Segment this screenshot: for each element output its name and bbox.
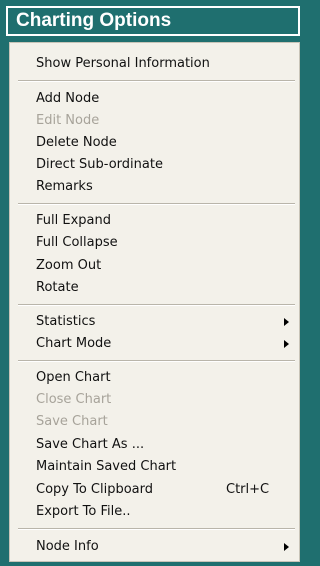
menu-item-save-chart-as[interactable]: Save Chart As ... [10, 434, 299, 456]
menu-item-full-collapse[interactable]: Full Collapse [10, 232, 299, 254]
window-frame: Charting Options Show Personal Informati… [0, 0, 311, 566]
context-menu: Show Personal Information Add Node Edit … [9, 42, 300, 562]
menu-item-chart-mode[interactable]: Chart Mode [10, 333, 299, 355]
menu-item-label: Rotate [36, 280, 79, 295]
menu-item-zoom-out[interactable]: Zoom Out [10, 255, 299, 277]
menu-item-maintain-saved-chart[interactable]: Maintain Saved Chart [10, 456, 299, 478]
menu-item-full-expand[interactable]: Full Expand [10, 210, 299, 232]
menu-item-label: Full Collapse [36, 235, 118, 250]
menu-item-label: Zoom Out [36, 258, 102, 273]
submenu-arrow-icon [284, 340, 289, 348]
menu-item-label: Edit Node [36, 113, 100, 128]
menu-item-label: Open Chart [36, 370, 111, 385]
menu-item-label: Direct Sub-ordinate [36, 157, 163, 172]
menu-item-label: Save Chart [36, 414, 108, 429]
menu-item-label: Maintain Saved Chart [36, 459, 177, 474]
shortcut-label: Ctrl+C [226, 482, 270, 497]
menu-item-label: Add Node [36, 91, 100, 106]
menu-item-label: Statistics [36, 314, 96, 329]
menu-item-show-personal-information[interactable]: Show Personal Information [10, 53, 299, 75]
menu-separator [18, 304, 295, 306]
menu-separator [18, 203, 295, 205]
menu-item-label: Full Expand [36, 213, 111, 228]
menu-item-label: Remarks [36, 179, 93, 194]
menu-item-close-chart: Close Chart [10, 389, 299, 411]
menu-item-remarks[interactable]: Remarks [10, 176, 299, 198]
menu-item-label: Show Personal Information [36, 56, 210, 71]
menu-item-edit-node: Edit Node [10, 110, 299, 132]
menu-item-label: Node Info [36, 539, 99, 554]
menu-item-copy-to-clipboard[interactable]: Copy To Clipboard Ctrl+C [10, 479, 299, 501]
panel-title: Charting Options [6, 6, 300, 36]
menu-separator [18, 360, 295, 362]
menu-separator [18, 80, 295, 82]
menu-item-label: Close Chart [36, 392, 112, 407]
menu-item-node-info[interactable]: Node Info [10, 536, 299, 558]
menu-item-statistics[interactable]: Statistics [10, 311, 299, 333]
menu-separator [18, 528, 295, 530]
submenu-arrow-icon [284, 318, 289, 326]
menu-item-label: Copy To Clipboard [36, 482, 154, 497]
menu-item-rotate[interactable]: Rotate [10, 277, 299, 299]
menu-item-delete-node[interactable]: Delete Node [10, 132, 299, 154]
menu-item-label: Chart Mode [36, 336, 112, 351]
menu-item-label: Delete Node [36, 135, 117, 150]
menu-item-open-chart[interactable]: Open Chart [10, 367, 299, 389]
menu-item-direct-subordinate[interactable]: Direct Sub-ordinate [10, 154, 299, 176]
menu-item-add-node[interactable]: Add Node [10, 88, 299, 110]
menu-item-label: Save Chart As ... [36, 437, 145, 452]
menu-item-export-to-file[interactable]: Export To File.. [10, 501, 299, 523]
menu-item-label: Export To File.. [36, 504, 131, 519]
submenu-arrow-icon [284, 543, 289, 551]
menu-item-save-chart: Save Chart [10, 411, 299, 433]
